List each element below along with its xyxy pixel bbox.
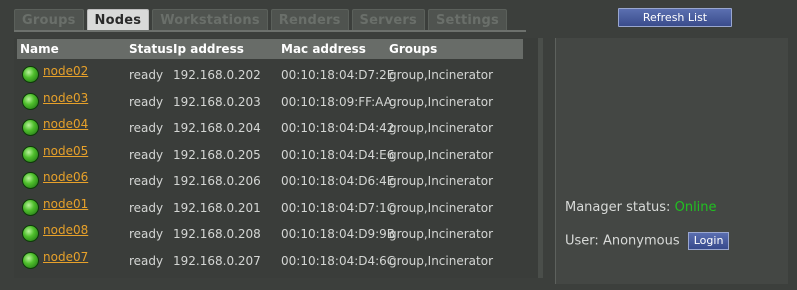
node-ip: 192.168.0.207 [173,253,261,268]
refresh-list-button[interactable]: Refresh List [618,8,732,27]
tab-renders[interactable]: Renders [270,9,349,30]
node-online-icon [22,251,39,269]
table-row[interactable]: node08 ready 192.168.0.208 00:10:18:04:D… [17,221,523,248]
node-online-icon [22,119,39,136]
nodes-table: Name Status Ip address Mac address Group… [14,38,543,278]
table-row[interactable]: node01 ready 192.168.0.201 00:10:18:04:D… [17,195,523,222]
node-online-icon [22,198,39,216]
status-panel: Manager status: Online User: Anonymous L… [555,38,788,284]
table-scrollbar[interactable] [538,38,543,278]
node-status: ready [129,94,164,109]
node-name-link[interactable]: node05 [43,142,88,162]
header-mac-address[interactable]: Mac address [281,39,366,59]
table-row[interactable]: node06 ready 192.168.0.206 00:10:18:04:D… [17,168,523,195]
node-groups: group,Incinerator [389,121,493,135]
table-header: Name Status Ip address Mac address Group… [17,39,523,59]
node-online-icon [22,172,39,189]
node-name-link[interactable]: node07 [43,248,88,268]
node-status: ready [129,253,164,268]
node-mac: 00:10:18:04:D4:6C [281,253,396,268]
node-groups: group,Incinerator [389,174,493,188]
header-groups[interactable]: Groups [389,39,437,59]
node-mac: 00:10:18:04:D6:4E [281,174,395,188]
node-groups: group,Incinerator [389,200,493,215]
node-groups: group,Incinerator [389,227,493,241]
node-online-icon [22,92,39,110]
node-online-icon [22,66,39,83]
app-window: Groups Nodes Workstations Renders Server… [0,0,797,290]
table-row[interactable]: node07 ready 192.168.0.207 00:10:18:04:D… [17,248,523,275]
node-status: ready [129,227,164,241]
node-name-link[interactable]: node04 [43,115,88,135]
manager-status: Manager status: Online [565,200,717,215]
table-row[interactable]: node04 ready 192.168.0.204 00:10:18:04:D… [17,115,523,142]
node-name-link[interactable]: node03 [43,89,88,109]
node-mac: 00:10:18:04:D7:1C [281,200,396,215]
node-name-link[interactable]: node08 [43,221,88,241]
node-groups: group,Incinerator [389,94,493,109]
node-online-icon [22,225,39,242]
node-mac: 00:10:18:09:FF:AA [281,94,392,109]
tab-servers[interactable]: Servers [351,9,425,30]
node-ip: 192.168.0.205 [173,147,261,162]
node-ip: 192.168.0.203 [173,94,261,109]
header-name[interactable]: Name [20,39,59,59]
node-status: ready [129,200,164,215]
node-mac: 00:10:18:04:D9:9B [281,227,396,241]
node-status: ready [129,147,164,162]
node-status: ready [129,68,164,82]
tab-groups[interactable]: Groups [14,9,84,30]
node-status: ready [129,174,164,188]
manager-status-value: Online [674,200,717,215]
node-mac: 00:10:18:04:D4:42 [281,121,395,135]
table-row[interactable]: node02 ready 192.168.0.202 00:10:18:04:D… [17,62,523,89]
node-name-link[interactable]: node01 [43,195,88,215]
node-ip: 192.168.0.208 [173,227,261,241]
header-ip-address[interactable]: Ip address [173,39,244,59]
node-groups: group,Incinerator [389,253,493,268]
table-row[interactable]: node03 ready 192.168.0.203 00:10:18:09:F… [17,89,523,116]
node-status: ready [129,121,164,135]
user-label: User: [565,233,599,249]
node-name-link[interactable]: node02 [43,62,88,82]
user-value: Anonymous [602,233,680,249]
table-row[interactable]: node05 ready 192.168.0.205 00:10:18:04:D… [17,142,523,169]
table-body: node02 ready 192.168.0.202 00:10:18:04:D… [17,62,523,274]
tab-nodes[interactable]: Nodes [86,9,150,30]
node-groups: group,Incinerator [389,68,493,82]
node-online-icon [22,145,39,163]
tab-settings[interactable]: Settings [427,9,507,30]
login-button[interactable]: Login [687,232,730,250]
tab-divider [14,30,526,32]
node-ip: 192.168.0.201 [173,200,261,215]
node-mac: 00:10:18:04:D7:2E [281,68,395,82]
node-ip: 192.168.0.202 [173,68,261,82]
node-mac: 00:10:18:04:D4:E6 [281,147,395,162]
manager-status-label: Manager status: [565,200,671,215]
node-name-link[interactable]: node06 [43,168,88,188]
tab-bar: Groups Nodes Workstations Renders Server… [14,9,507,31]
user-status: User: Anonymous Login [565,232,730,250]
header-status[interactable]: Status [129,39,173,59]
node-ip: 192.168.0.204 [173,121,261,135]
node-ip: 192.168.0.206 [173,174,261,188]
tab-workstations[interactable]: Workstations [152,9,268,30]
node-groups: group,Incinerator [389,147,493,162]
